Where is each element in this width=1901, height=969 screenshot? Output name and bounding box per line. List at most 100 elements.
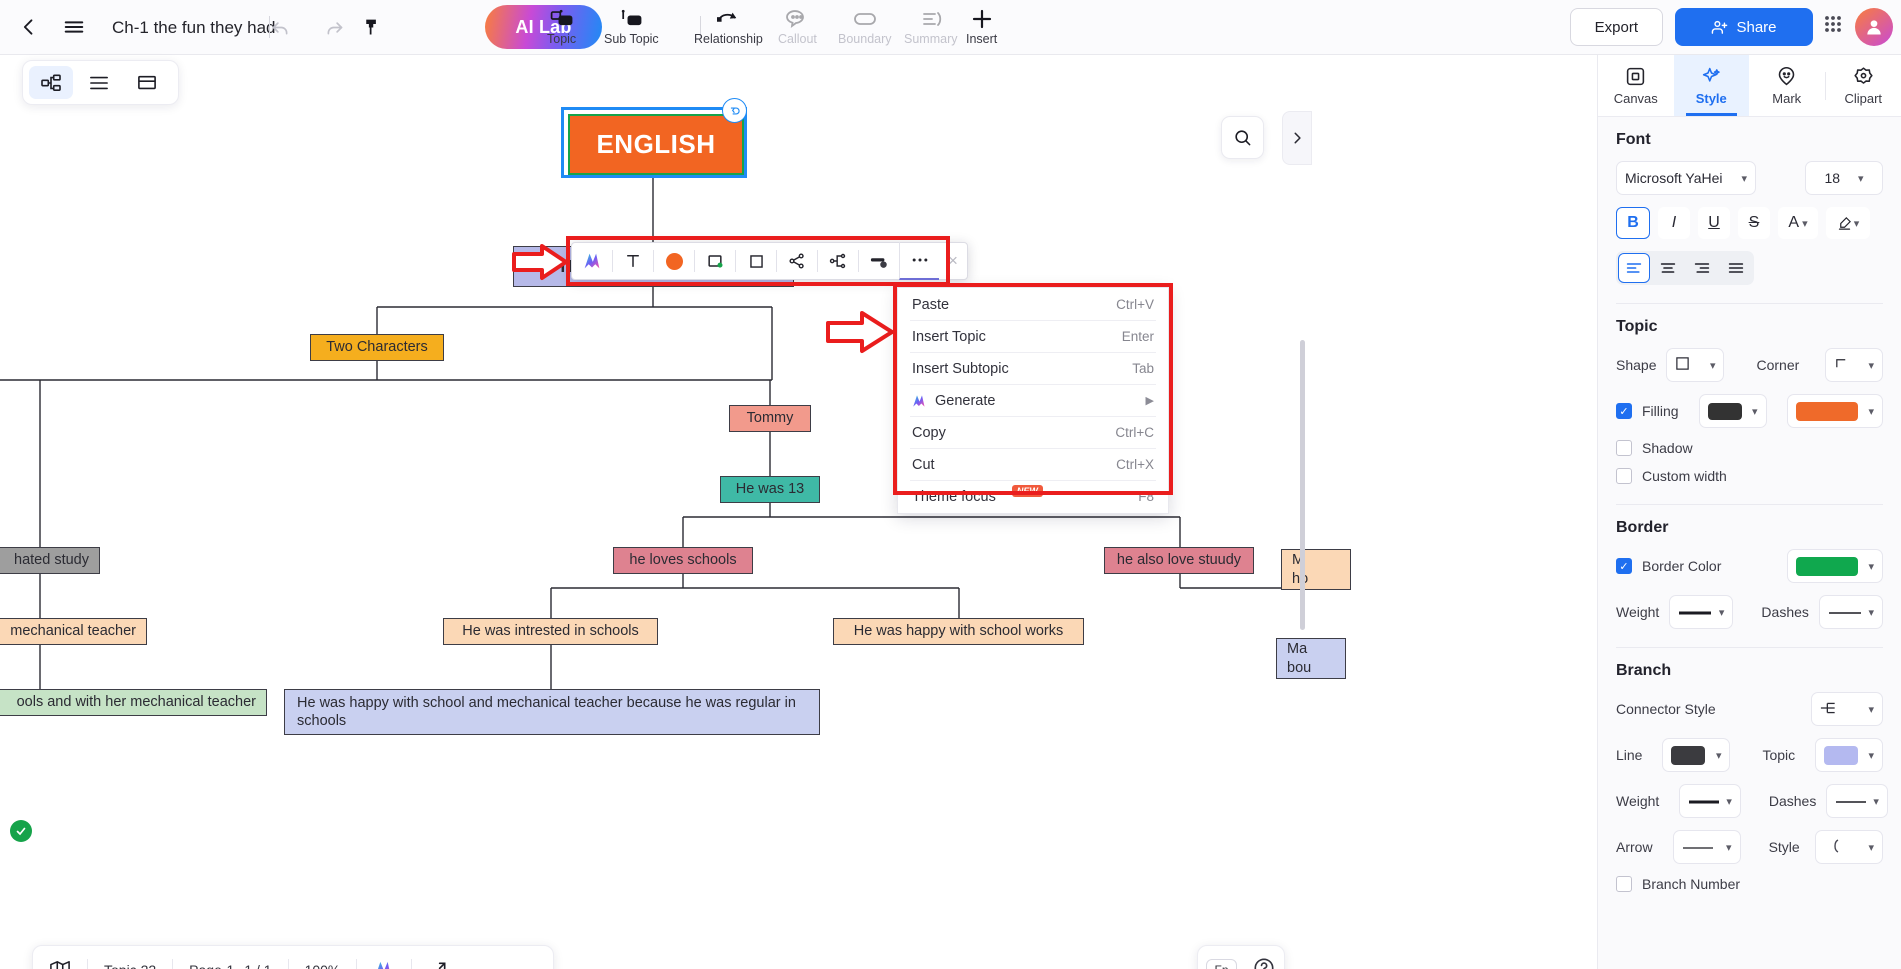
share-button[interactable]: Share <box>1675 8 1813 46</box>
shape-icon[interactable] <box>695 242 735 280</box>
branch-topic-color-select[interactable]: ▾ <box>1815 738 1883 772</box>
mindmap-node[interactable]: He was intrested in schools <box>443 618 658 645</box>
format-painter-icon[interactable] <box>353 9 389 45</box>
ai-lab-button[interactable]: AI Lab <box>485 5 602 49</box>
strikethrough-button[interactable]: S <box>1738 207 1770 239</box>
ai-icon[interactable] <box>357 945 411 969</box>
fill-color-icon[interactable] <box>654 242 694 280</box>
ai-badge-icon[interactable] <box>722 98 747 123</box>
highlight-button[interactable]: ▾ <box>1826 207 1870 239</box>
fn-button[interactable]: Fn <box>1206 959 1237 969</box>
tool-boundary[interactable]: Boundary <box>838 2 892 52</box>
branch-number-checkbox[interactable] <box>1616 876 1632 892</box>
zoom-level[interactable]: 100% <box>289 945 357 969</box>
hamburger-menu-icon[interactable] <box>55 8 93 46</box>
border-color-checkbox[interactable]: ✓ <box>1616 558 1632 574</box>
shadow-checkbox[interactable] <box>1616 440 1632 456</box>
underline-button[interactable]: U <box>1698 207 1730 239</box>
branch-line-color-select[interactable]: ▾ <box>1662 738 1731 772</box>
border-dashes-select[interactable]: ▾ <box>1818 595 1883 629</box>
font-color-button[interactable]: A ▾ <box>1778 207 1818 239</box>
align-center-button[interactable] <box>1652 253 1684 283</box>
mindmap-node[interactable]: M ho <box>1281 549 1351 590</box>
align-left-button[interactable] <box>1618 253 1650 283</box>
relationship-icon[interactable] <box>777 242 817 280</box>
mindmap-canvas[interactable]: The fun they had [ ch-1]Two CharactersTo… <box>0 55 1597 969</box>
view-outline[interactable] <box>77 66 121 99</box>
context-menu-item[interactable]: Insert Topic Enter <box>898 322 1168 351</box>
root-node[interactable]: ENGLISH <box>568 114 744 175</box>
border-color-select[interactable]: ▾ <box>1787 549 1883 583</box>
branch-arrow-select[interactable]: ▾ <box>1672 830 1741 864</box>
tool-sub-topic[interactable]: Sub Topic <box>604 2 659 52</box>
corner-select[interactable]: ▾ <box>1825 348 1883 382</box>
tool-callout[interactable]: Callout <box>778 2 817 52</box>
border-icon[interactable] <box>736 242 776 280</box>
tool-relationship[interactable]: Relationship <box>694 2 763 52</box>
shape-select[interactable]: ▾ <box>1666 348 1725 382</box>
redo-button[interactable] <box>316 9 352 45</box>
custom-width-checkbox[interactable] <box>1616 468 1632 484</box>
help-icon[interactable] <box>1253 957 1275 969</box>
panel-toggle-button[interactable] <box>1282 111 1312 165</box>
align-justify-button[interactable] <box>1720 253 1752 283</box>
security-shield-icon[interactable] <box>10 820 32 842</box>
mindmap-node[interactable]: Ma bou <box>1276 638 1346 679</box>
mindmap-node[interactable]: He was happy with school works <box>833 618 1084 645</box>
bold-button[interactable]: B <box>1616 207 1650 239</box>
tool-topic[interactable]: Topic <box>547 2 576 52</box>
align-right-button[interactable] <box>1686 253 1718 283</box>
font-size-select[interactable]: 18 ▾ <box>1805 161 1883 195</box>
text-align-group[interactable] <box>1616 251 1754 285</box>
mindmap-node[interactable]: He was happy with school and mechanical … <box>284 689 820 735</box>
filling-color-select[interactable]: ▾ <box>1787 394 1883 428</box>
context-menu-item[interactable]: Theme focus NEW F8 <box>898 482 1168 511</box>
search-button[interactable] <box>1221 116 1264 159</box>
context-menu-item[interactable]: Copy Ctrl+C <box>898 418 1168 447</box>
context-menu-item[interactable]: Cut Ctrl+X <box>898 450 1168 479</box>
branch-dashes-select[interactable]: ▾ <box>1826 784 1888 818</box>
view-mindmap[interactable] <box>29 66 73 99</box>
border-weight-select[interactable]: ▾ <box>1669 595 1734 629</box>
mindmap-node[interactable]: Two Characters <box>310 334 444 361</box>
tab-canvas[interactable]: Canvas <box>1598 55 1674 116</box>
mindmap-node[interactable]: he loves schools <box>613 547 753 574</box>
tool-summary[interactable]: Summary <box>904 2 957 52</box>
minimap-icon[interactable] <box>33 945 87 969</box>
ai-generate-icon[interactable] <box>572 242 612 280</box>
font-family-select[interactable]: Microsoft YaHei ▾ <box>1616 161 1756 195</box>
filling-line-color-select[interactable]: ▾ <box>1698 394 1767 428</box>
branch-weight-select[interactable]: ▾ <box>1679 784 1741 818</box>
tab-mark[interactable]: Mark <box>1749 55 1825 116</box>
back-button[interactable] <box>10 8 48 46</box>
avatar[interactable] <box>1855 8 1893 46</box>
document-title[interactable]: Ch-1 the fun they had <box>112 0 276 55</box>
mindmap-node[interactable]: hated study <box>0 547 100 574</box>
italic-button[interactable]: I <box>1658 207 1690 239</box>
context-menu-item[interactable]: Paste Ctrl+V <box>898 290 1168 319</box>
fullscreen-icon[interactable] <box>412 945 464 969</box>
connector-style-select[interactable]: ▾ <box>1811 692 1883 726</box>
text-format-icon[interactable] <box>613 242 653 280</box>
page-indicator[interactable]: Page-1 1 / 1 <box>173 945 287 969</box>
view-switcher[interactable] <box>22 60 179 105</box>
more-options-icon[interactable] <box>899 242 939 280</box>
filling-checkbox[interactable]: ✓ <box>1616 403 1632 419</box>
tool-insert[interactable]: Insert <box>966 2 997 52</box>
context-menu-item[interactable]: Generate ▶ <box>898 386 1168 415</box>
apps-grid-icon[interactable] <box>1821 12 1851 42</box>
mindmap-node[interactable]: he also love stuudy <box>1104 547 1254 574</box>
node-edit-toolbar[interactable]: × <box>571 242 968 280</box>
line-style-icon[interactable] <box>859 242 899 280</box>
branch-icon[interactable] <box>818 242 858 280</box>
export-button[interactable]: Export <box>1569 8 1663 46</box>
undo-button[interactable] <box>262 9 298 45</box>
context-menu[interactable]: Paste Ctrl+V Insert Topic Enter Insert Subto… <box>897 287 1169 514</box>
branch-style-select[interactable]: ▾ <box>1815 830 1883 864</box>
vertical-scrollbar[interactable] <box>1300 340 1305 630</box>
mindmap-node[interactable]: He was 13 <box>720 476 820 503</box>
mindmap-node[interactable]: Tommy <box>729 405 811 432</box>
tab-style[interactable]: Style <box>1673 55 1749 116</box>
mindmap-node[interactable]: mechanical teacher <box>0 618 147 645</box>
view-slide[interactable] <box>125 66 169 99</box>
